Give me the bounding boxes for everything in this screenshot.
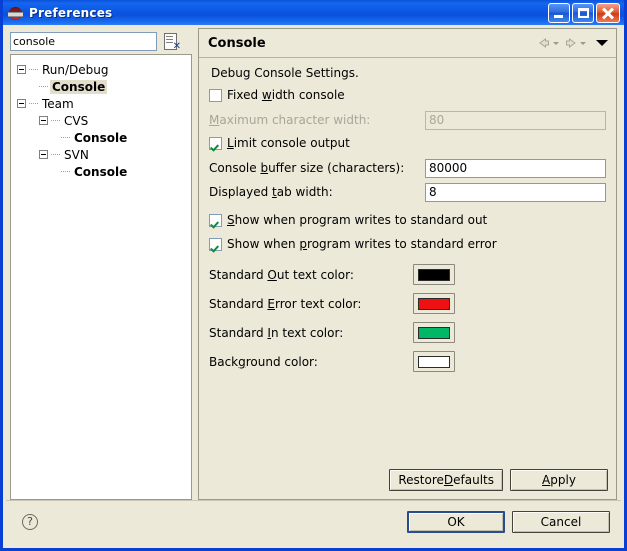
tree-item-label: CVS [64, 113, 89, 128]
row-displayed-tab-width: Displayed tab width: [209, 180, 606, 204]
tree-item-svn[interactable]: SVN [39, 146, 191, 163]
color-swatch [418, 355, 450, 368]
preferences-dialog: Preferences ✕ [0, 0, 627, 551]
back-dropdown-icon[interactable] [552, 36, 561, 50]
input-console-buffer-size[interactable] [425, 158, 606, 178]
tree-item-label: Team [42, 96, 74, 111]
page-title: Console [208, 35, 266, 51]
window-controls [548, 2, 620, 23]
row-limit-console-output[interactable]: Limit console output [209, 132, 606, 154]
tree-item-label: Run/Debug [42, 62, 109, 77]
filter-row: ✕ [10, 28, 192, 52]
tree-item-label: SVN [64, 147, 89, 162]
filter-input[interactable] [10, 31, 157, 51]
tree-connector [29, 68, 38, 71]
checkbox-label: Show when program writes to standard err… [227, 237, 497, 251]
page-header: Console [199, 29, 616, 58]
maximize-button[interactable] [572, 2, 594, 23]
tree-connector [61, 136, 70, 139]
color-label: Standard Out text color: [209, 267, 354, 282]
tree-item-cvs[interactable]: CVS [39, 112, 191, 129]
checkbox-label: Fixed width console [227, 88, 345, 102]
section-title: Debug Console Settings. [211, 66, 359, 80]
apply-button[interactable]: Apply [510, 469, 608, 491]
collapse-icon[interactable] [17, 65, 26, 74]
row-background-color: Background color: [209, 347, 606, 376]
view-menu-chevron-icon[interactable] [594, 36, 610, 50]
color-swatch [418, 268, 450, 281]
tree-connector [51, 119, 60, 122]
dialog-action-buttons: OK Cancel [407, 511, 610, 533]
forward-button[interactable] [563, 36, 588, 50]
page-action-buttons: Restore Defaults Apply [389, 469, 608, 491]
window-title: Preferences [29, 5, 113, 20]
tree-connector [51, 153, 60, 156]
tree-item-svn-console[interactable]: Console [61, 163, 191, 180]
tree-item-team[interactable]: Team [17, 95, 191, 112]
clear-filter-icon[interactable]: ✕ [162, 32, 182, 51]
minimize-button[interactable] [548, 2, 570, 23]
tree-connector [29, 102, 38, 105]
dialog-footer: ? OK Cancel [6, 500, 621, 545]
row-show-standard-out[interactable]: Show when program writes to standard out [209, 209, 606, 231]
tree-item-cvs-console[interactable]: Console [61, 129, 191, 146]
checkbox-label: Limit console output [227, 136, 350, 150]
field-label: Maximum character width: [209, 113, 371, 127]
color-label: Standard In text color: [209, 325, 344, 340]
field-label: Displayed tab width: [209, 185, 333, 199]
color-button-standard-error[interactable] [413, 293, 455, 314]
help-icon[interactable]: ? [22, 514, 38, 530]
color-button-standard-out[interactable] [413, 264, 455, 285]
cancel-button[interactable]: Cancel [512, 511, 610, 533]
row-standard-in-text-color: Standard In text color: [209, 318, 606, 347]
checkbox-fixed-width-console[interactable] [209, 88, 222, 102]
input-maximum-character-width [425, 110, 606, 130]
page-nav-buttons [536, 36, 610, 50]
close-button[interactable] [596, 2, 620, 23]
dialog-body: ✕ Run/Debug Console [6, 25, 621, 545]
tree-item-label: Console [50, 79, 108, 94]
eclipse-globe-icon [8, 5, 24, 21]
collapse-icon[interactable] [39, 116, 48, 125]
title-bar[interactable]: Preferences [3, 0, 624, 25]
color-swatch [418, 297, 450, 310]
row-fixed-width-console[interactable]: Fixed width console [209, 84, 606, 106]
row-console-buffer-size: Console buffer size (characters): [209, 156, 606, 180]
color-label: Background color: [209, 354, 318, 369]
checkbox-show-standard-out[interactable] [209, 213, 222, 227]
forward-arrow-icon [563, 36, 579, 50]
tree-connector [61, 170, 70, 173]
row-standard-out-text-color: Standard Out text color: [209, 260, 606, 289]
tree-item-label: Console [74, 130, 128, 145]
tree-connector [39, 85, 48, 88]
color-button-standard-in[interactable] [413, 322, 455, 343]
ok-button[interactable]: OK [407, 511, 505, 533]
checkbox-limit-console-output[interactable] [209, 136, 222, 150]
tree-item-run-debug[interactable]: Run/Debug [17, 61, 191, 78]
tree-item-run-debug-console[interactable]: Console [39, 78, 191, 95]
collapse-icon[interactable] [17, 99, 26, 108]
preference-tree[interactable]: Run/Debug Console Team CVS Console SVN C… [10, 54, 192, 500]
row-maximum-character-width: Maximum character width: [209, 108, 606, 132]
tree-item-label: Console [74, 164, 128, 179]
row-show-standard-error[interactable]: Show when program writes to standard err… [209, 233, 606, 255]
color-label: Standard Error text color: [209, 296, 362, 311]
back-button[interactable] [536, 36, 561, 50]
preference-page: Console Debug Console Settings. Fixed wi… [198, 28, 617, 500]
input-displayed-tab-width[interactable] [425, 182, 606, 202]
color-swatch [418, 326, 450, 339]
forward-dropdown-icon[interactable] [579, 36, 588, 50]
row-standard-error-text-color: Standard Error text color: [209, 289, 606, 318]
color-button-background[interactable] [413, 351, 455, 372]
collapse-icon[interactable] [39, 150, 48, 159]
checkbox-show-standard-error[interactable] [209, 237, 222, 251]
tree-root: Run/Debug Console Team CVS Console SVN C… [11, 55, 191, 180]
navigation-column: ✕ Run/Debug Console [10, 28, 192, 500]
page-content: Debug Console Settings. Fixed width cons… [199, 58, 616, 376]
restore-defaults-button[interactable]: Restore Defaults [389, 469, 503, 491]
checkbox-label: Show when program writes to standard out [227, 213, 488, 227]
back-arrow-icon [536, 36, 552, 50]
dialog-main: ✕ Run/Debug Console [10, 28, 617, 500]
field-label: Console buffer size (characters): [209, 161, 405, 175]
